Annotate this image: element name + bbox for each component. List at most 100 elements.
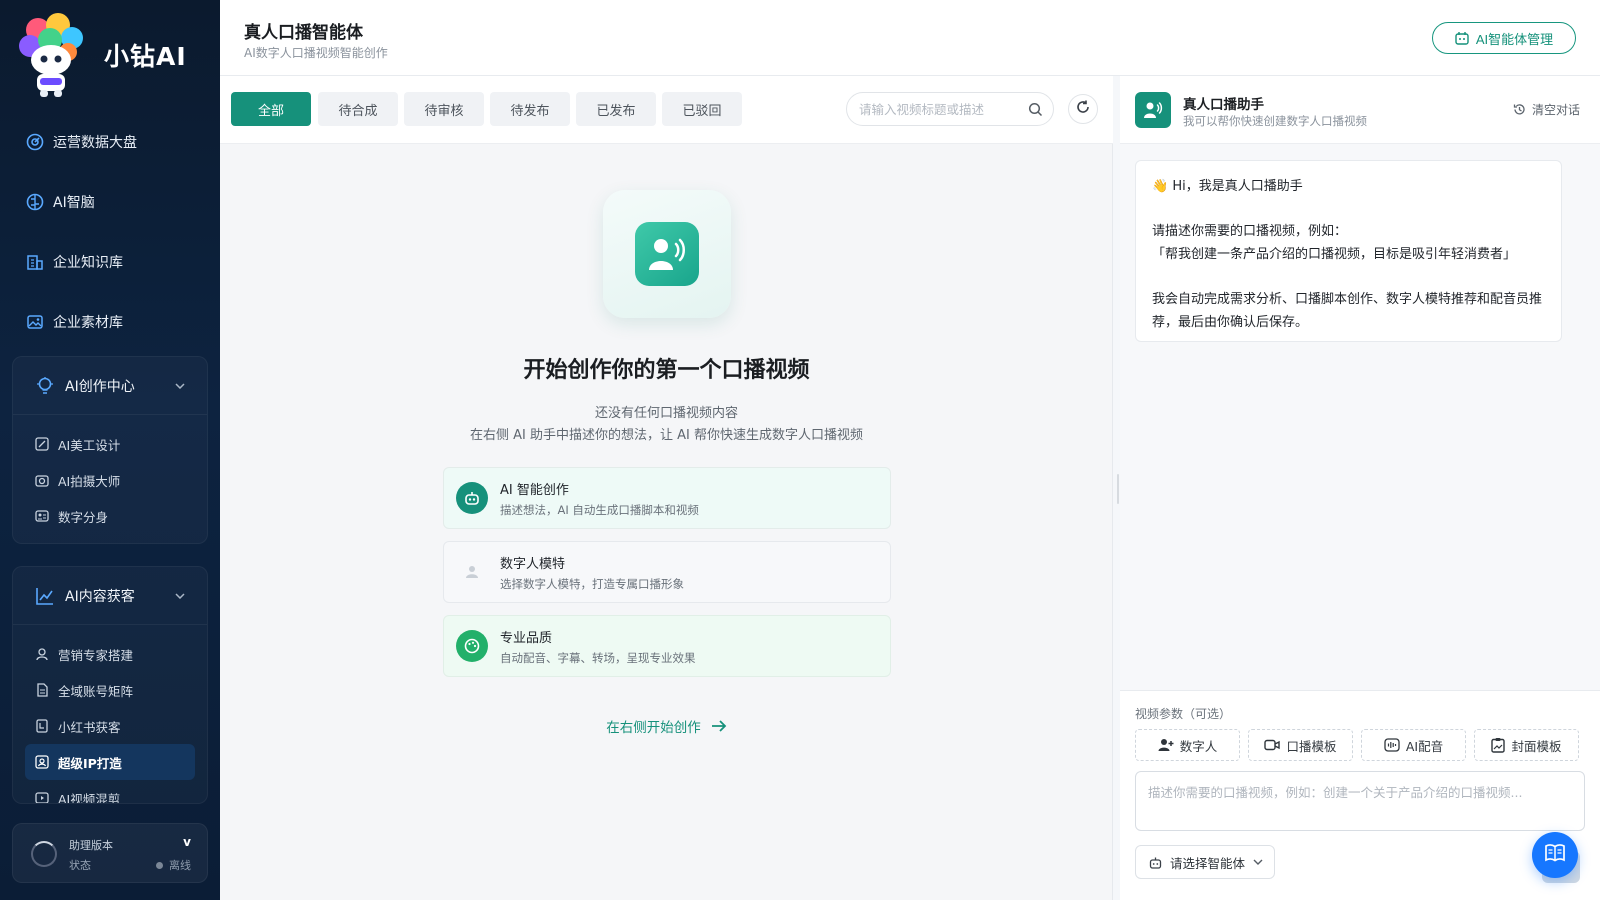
nav-item-dashboard[interactable]: 运营数据大盘 [0, 112, 220, 172]
design-icon [35, 437, 49, 451]
bulb-icon [35, 376, 55, 396]
assistant-avatar-icon [1135, 92, 1171, 128]
feature-title: 专业品质 [500, 630, 553, 646]
message-greeting: 👋 Hi，我是真人口播助手 [1152, 179, 1303, 194]
file-icon [35, 683, 49, 697]
broadcast-template-button[interactable]: 口播模板 [1248, 729, 1353, 761]
message-prompt-intro: 请描述你需要的口播视频，例如： [1152, 224, 1348, 239]
sub-item-ai-camera[interactable]: AI拍摄大师 [13, 462, 207, 498]
sub-item-digital-twin[interactable]: 数字分身 [13, 498, 207, 534]
search-input[interactable] [859, 101, 1029, 117]
nav-item-assets[interactable]: 企业素材库 [0, 292, 220, 352]
group-ai-content: AI内容获客 营销专家搭建 全域账号矩阵 小红书获客 超级IP打造 AI视频混剪 [12, 566, 208, 804]
page-subtitle: AI数字人口播视频智能创作 [244, 46, 388, 60]
main-nav: 运营数据大盘 AI智脑 企业知识库 企业素材库 [0, 112, 220, 352]
offline-dot-icon [156, 861, 163, 869]
prompt-box [1135, 771, 1585, 831]
feature-title: AI 智能创作 [500, 482, 569, 498]
feature-pro-quality: 专业品质 自动配音、字幕、转场，呈现专业效果 [443, 615, 891, 677]
sub-item-marketing-expert[interactable]: 营销专家搭建 [13, 636, 207, 672]
assistant-name: 真人口播助手 [1183, 97, 1264, 113]
clear-chat-button[interactable]: 清空对话 [1513, 101, 1580, 118]
tab-pending-review[interactable]: 待审核 [404, 92, 484, 126]
dashboard-icon [26, 133, 44, 151]
sub-item-account-matrix[interactable]: 全域账号矩阵 [13, 672, 207, 708]
video-camera-icon [1264, 738, 1281, 752]
sub-item-ai-design[interactable]: AI美工设计 [13, 426, 207, 462]
sidebar: 小钻AI 运营数据大盘 AI智脑 企业知识库 企业素材库 AI创作中心 AI美工… [0, 0, 220, 900]
group-label: AI创作中心 [65, 378, 135, 395]
nav-item-label: 企业素材库 [53, 315, 123, 331]
arrow-right-icon [711, 719, 727, 733]
version-value: v [183, 835, 191, 849]
assistant-desc: 我可以帮你快速创建数字人口播视频 [1183, 114, 1367, 128]
sub-item-xiaohongshu[interactable]: 小红书获客 [13, 708, 207, 744]
feature-title: 数字人模特 [500, 556, 566, 572]
clipboard-icon [1491, 737, 1506, 753]
sub-item-label: AI拍摄大师 [58, 473, 121, 489]
sub-item-video-remix[interactable]: AI视频混剪 [13, 780, 207, 804]
tab-pending-synthesis[interactable]: 待合成 [318, 92, 398, 126]
tab-published[interactable]: 已发布 [576, 92, 656, 126]
agent-select[interactable]: 请选择智能体 [1135, 845, 1275, 879]
empty-state-text: 还没有任何口播视频内容 [594, 406, 738, 421]
book-icon [1544, 843, 1566, 867]
history-icon [1513, 103, 1526, 116]
tab-rejected[interactable]: 已驳回 [662, 92, 742, 126]
cover-template-button[interactable]: 封面模板 [1474, 729, 1579, 761]
agent-management-button[interactable]: AI智能体管理 [1432, 22, 1576, 54]
nav-item-ai-brain[interactable]: AI智脑 [0, 172, 220, 232]
feature-desc: 自动配音、字幕、转场，呈现专业效果 [500, 650, 696, 665]
digital-human-button[interactable]: 数字人 [1135, 729, 1240, 761]
search-icon[interactable] [1028, 102, 1043, 117]
agent-select-label: 请选择智能体 [1170, 855, 1246, 871]
help-floating-button[interactable] [1532, 832, 1578, 878]
state-label: 状态 [69, 859, 91, 872]
video-icon [35, 791, 49, 803]
chevron-down-icon [175, 589, 185, 602]
brain-icon [26, 193, 44, 211]
camera-icon [35, 473, 49, 487]
panel-resize-handle[interactable] [1117, 474, 1119, 504]
building-icon [26, 253, 44, 271]
sub-item-super-ip[interactable]: 超级IP打造 [25, 744, 195, 780]
search-box [846, 92, 1054, 126]
refresh-button[interactable] [1068, 94, 1098, 124]
param-label: 数字人 [1179, 738, 1218, 754]
sub-item-label: AI美工设计 [58, 437, 121, 453]
nav-item-label: AI智脑 [53, 195, 95, 211]
message-closing: 我会自动完成需求分析、口播脚本创作、数字人模特推荐和配音员推荐，最后由你确认后保… [1152, 292, 1543, 330]
tab-all[interactable]: 全部 [231, 92, 311, 126]
person-icon [456, 556, 488, 588]
speaker-voice-icon [635, 222, 699, 286]
note-icon [35, 719, 49, 733]
clear-chat-label: 清空对话 [1531, 103, 1580, 117]
nav-item-knowledge[interactable]: 企业知识库 [0, 232, 220, 292]
assistant-header: 真人口播助手 我可以帮你快速创建数字人口播视频 清空对话 [1120, 76, 1600, 144]
sub-item-label: AI视频混剪 [58, 791, 121, 804]
tab-pending-publish[interactable]: 待发布 [490, 92, 570, 126]
group-ai-creation-toggle[interactable]: AI创作中心 [13, 357, 207, 415]
main-content: 全部 待合成 待审核 待发布 已发布 已驳回 开始创作你的第一个口播视频 还没有… [220, 76, 1113, 900]
video-params: 视频参数（可选） 数字人 口播模板 AI配音 封面模板 请选择智能体 [1120, 690, 1600, 900]
robot-small-icon [1149, 856, 1162, 869]
robot-icon [456, 482, 488, 514]
assistant-panel: 真人口播助手 我可以帮你快速创建数字人口播视频 清空对话 👋 Hi，我是真人口播… [1120, 76, 1600, 900]
sub-item-label: 超级IP打造 [58, 755, 122, 771]
feature-desc: 描述想法，AI 自动生成口播脚本和视频 [500, 502, 699, 517]
prompt-input[interactable] [1148, 782, 1572, 820]
page-title: 真人口播智能体 [244, 23, 363, 43]
page-header: 真人口播智能体 AI数字人口播视频智能创作 AI智能体管理 [220, 0, 1600, 76]
start-creating-link[interactable]: 在右侧开始创作 [220, 716, 1113, 736]
hero-illustration [603, 190, 731, 318]
refresh-icon [1076, 100, 1090, 118]
param-label: AI配音 [1405, 738, 1444, 754]
feature-ai-creation: AI 智能创作 描述想法，AI 自动生成口播脚本和视频 [443, 467, 891, 529]
brand-name: 小钻AI [104, 42, 187, 71]
brand[interactable]: 小钻AI [18, 10, 208, 100]
image-icon [26, 313, 44, 331]
group-ai-content-toggle[interactable]: AI内容获客 [13, 567, 207, 625]
sub-item-label: 数字分身 [58, 509, 109, 525]
feature-digital-model: 数字人模特 选择数字人模特，打造专属口播形象 [443, 541, 891, 603]
ai-voice-button[interactable]: AI配音 [1361, 729, 1466, 761]
